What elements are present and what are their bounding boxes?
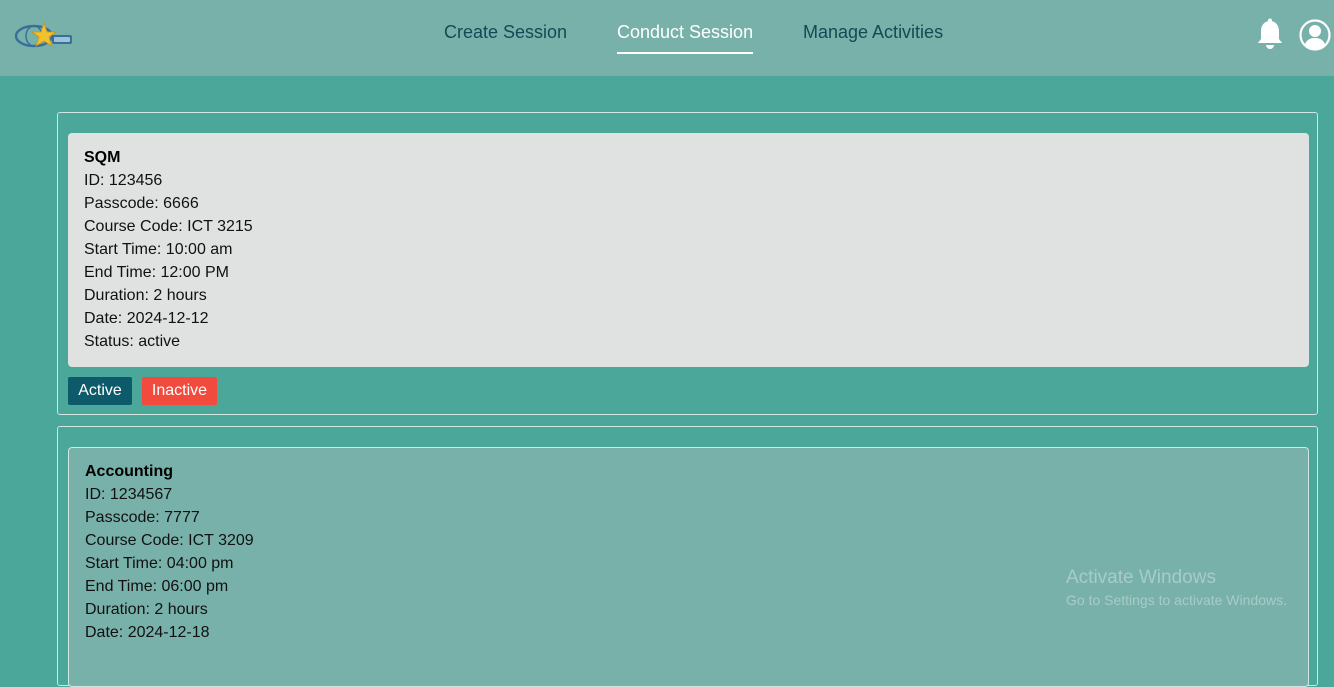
inactive-button[interactable]: Inactive — [142, 377, 217, 405]
session-end-time: End Time: 12:00 PM — [84, 264, 229, 281]
session-start-time: Start Time: 10:00 am — [84, 241, 233, 258]
session-course-code: Course Code: ICT 3215 — [84, 218, 253, 235]
activate-windows-watermark: Activate Windows Go to Settings to activ… — [1066, 566, 1287, 610]
watermark-subtitle: Go to Settings to activate Windows. — [1066, 592, 1287, 608]
bell-icon[interactable] — [1255, 18, 1285, 52]
nav-conduct-session[interactable]: Conduct Session — [617, 22, 753, 43]
session-date: Date: 2024-12-18 — [85, 624, 210, 641]
session-panel: SQM ID: 123456 Passcode: 6666 Course Cod… — [57, 112, 1318, 415]
session-status: Status: active — [84, 333, 181, 350]
watermark-title: Activate Windows — [1066, 567, 1216, 588]
logo-icon[interactable] — [14, 20, 74, 52]
session-date: Date: 2024-12-12 — [84, 310, 209, 327]
session-name: SQM — [84, 149, 121, 166]
session-panel: Accounting ID: 1234567 Passcode: 7777 Co… — [57, 426, 1318, 687]
nav-create-session[interactable]: Create Session — [444, 22, 567, 43]
session-passcode: Passcode: 6666 — [84, 195, 199, 212]
session-name: Accounting — [85, 463, 173, 480]
nav-manage-activities[interactable]: Manage Activities — [803, 22, 943, 43]
session-card: SQM ID: 123456 Passcode: 6666 Course Cod… — [68, 133, 1309, 367]
session-duration: Duration: 2 hours — [84, 287, 207, 304]
session-id: ID: 1234567 — [85, 486, 173, 503]
session-course-code: Course Code: ICT 3209 — [85, 532, 254, 549]
session-id: ID: 123456 — [84, 172, 163, 189]
active-button[interactable]: Active — [68, 377, 132, 405]
user-circle-icon[interactable] — [1299, 19, 1331, 51]
active-nav-underline — [617, 52, 753, 54]
top-navbar: Create Session Conduct Session Manage Ac… — [0, 0, 1334, 76]
session-passcode: Passcode: 7777 — [85, 509, 200, 526]
